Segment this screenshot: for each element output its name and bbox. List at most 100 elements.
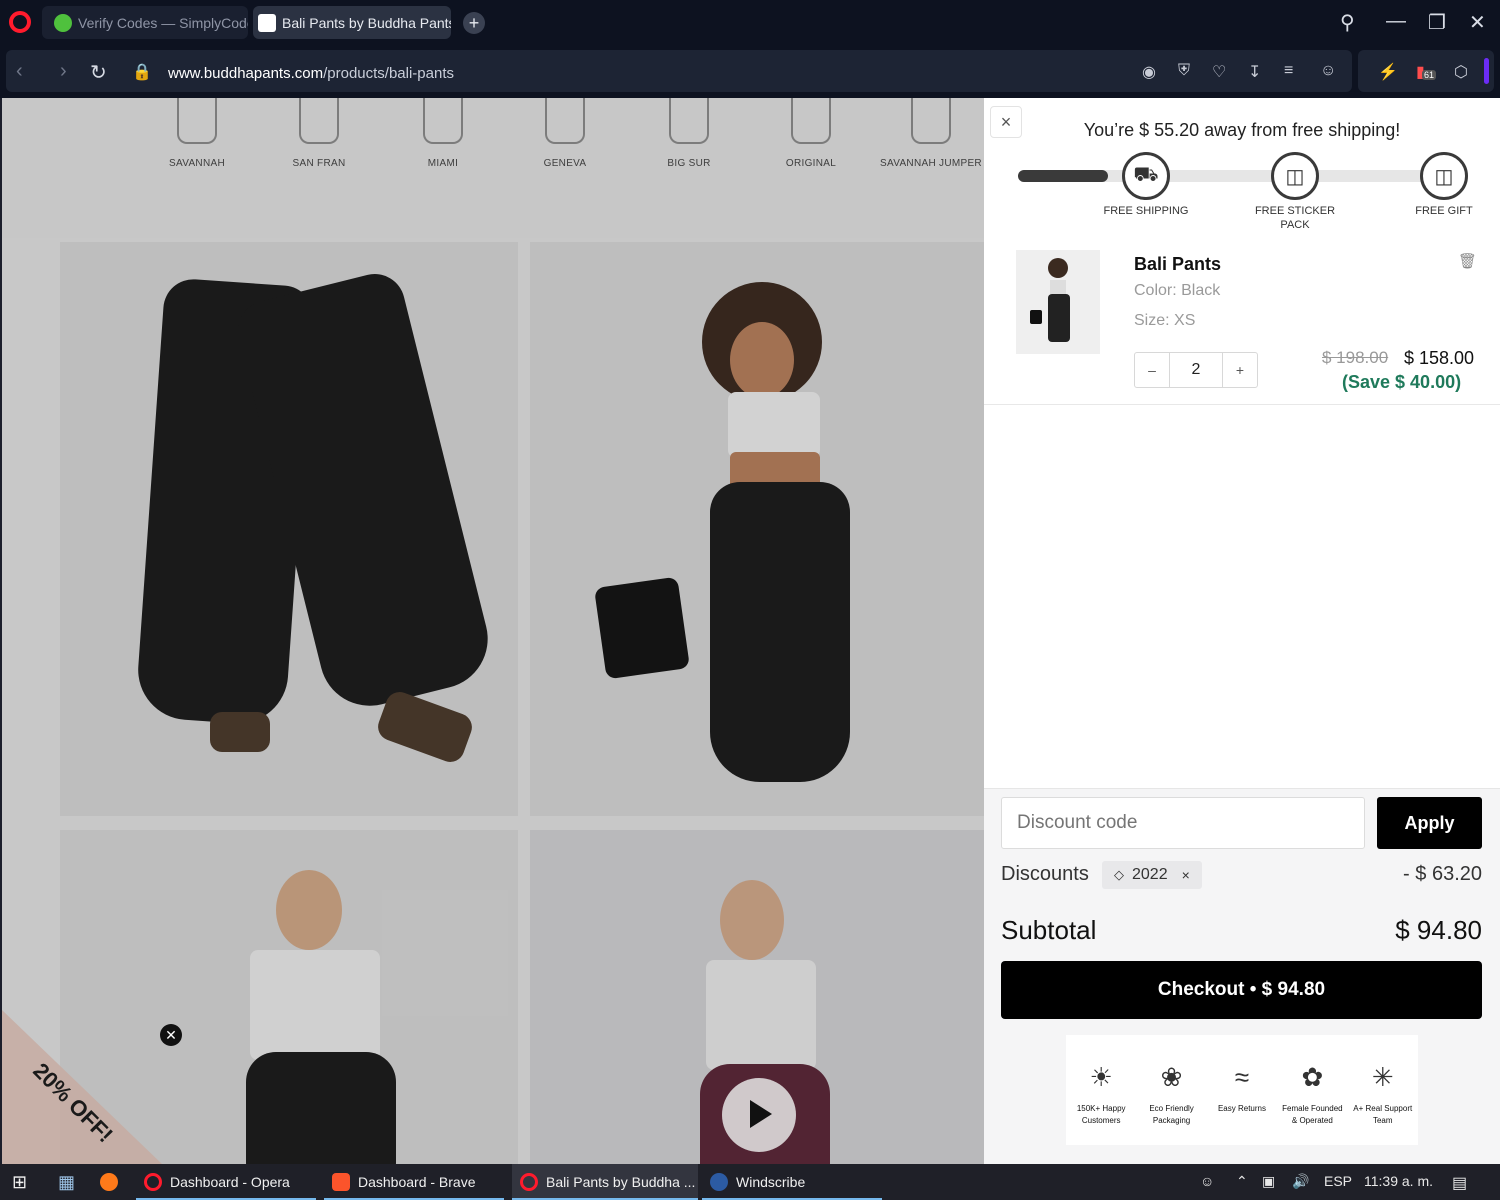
quantity-increase-button[interactable]: + [1223,353,1257,387]
gift-ticket-icon: ◫ [1420,152,1468,200]
extensions-cube-icon[interactable]: ⬡ [1454,62,1468,82]
taskbar-windscribe[interactable]: Windscribe [702,1164,882,1200]
discount-code-text: 2022 [1132,866,1168,883]
tray-chevron-icon[interactable]: ⌃ [1236,1173,1248,1190]
milestone-sticker-pack: ◫ FREE STICKER PACK [1225,152,1365,232]
promo-corner-ribbon[interactable]: 20% OFF! [2,1010,162,1164]
tab-label: Bali Pants by Buddha Pants [282,14,451,31]
taskbar-opera-dashboard[interactable]: Dashboard - Opera [136,1164,316,1200]
lock-icon: 🔒 [132,64,152,81]
tab-label: Verify Codes — SimplyCodes [78,14,248,31]
opera-icon [520,1173,538,1191]
truck-icon: ⛟ [1122,152,1170,200]
reload-icon[interactable]: ↻ [90,60,107,85]
search-icon[interactable]: ⚲ [1340,10,1355,35]
page-dim-overlay[interactable] [2,98,984,1164]
badge-eco-packaging: ❀ Eco Friendly Packaging [1139,1057,1205,1127]
badge-happy-customers: ☀ 150K+ Happy Customers [1068,1057,1134,1127]
tab-bali-pants[interactable]: Bali Pants by Buddha Pants [253,6,451,39]
firefox-icon [100,1173,118,1191]
tab-verify-codes[interactable]: Verify Codes — SimplyCodes [42,6,248,39]
discount-code-input[interactable] [1001,797,1365,849]
start-button[interactable]: ⊞ [12,1164,27,1200]
tag-icon: ◇ [1114,867,1124,882]
windows-logo-icon: ⊞ [12,1171,28,1192]
play-icon [750,1100,772,1128]
new-tab-button[interactable]: + [463,12,485,34]
people-icon[interactable]: ☺ [1200,1173,1214,1189]
cart-item-title[interactable]: Bali Pants [1134,254,1221,275]
milestone-free-gift: ◫ FREE GIFT [1374,152,1500,218]
starburst-icon: ✳ [1371,1062,1394,1092]
badge-text: 150K+ Happy Customers [1076,1104,1126,1125]
product-page: SAVANNAH SAN FRAN MIAMI GENEVA BIG SUR O… [2,98,984,1164]
discounts-label: Discounts [1001,863,1089,885]
extension-bolt-icon[interactable]: ⚡ [1378,62,1398,82]
taskbar-label: Dashboard - Opera [170,1174,290,1190]
buddhapants-favicon-icon [258,13,276,32]
price-savings: (Save $ 40.00) [1342,372,1462,392]
thumb-hair [1048,258,1068,278]
easy-setup-icon[interactable]: ≡ [1284,62,1293,80]
cart-item-size: Size: XS [1134,312,1196,329]
milestone-label: FREE GIFT [1415,205,1473,217]
milestone-label: FREE SHIPPING [1103,205,1189,217]
taskbar-label: Bali Pants by Buddha ... [546,1174,696,1190]
forward-icon[interactable]: › [60,60,67,83]
checkout-button[interactable]: Checkout • $ 94.80 [1001,961,1482,1019]
volume-icon[interactable]: 🔊 [1292,1173,1309,1190]
url-path: /products/bali-pants [323,65,454,82]
taskbar-calculator[interactable]: ▦ [58,1164,75,1200]
profile-icon[interactable]: ☺ [1320,62,1336,80]
close-window-button[interactable]: ✕ [1469,10,1486,35]
quantity-stepper: – 2 + [1134,352,1258,388]
taskbar-bali-pants[interactable]: Bali Pants by Buddha ... [512,1164,698,1200]
url-text[interactable]: www.buddhapants.com/products/bali-pants [168,65,454,82]
windows-taskbar: ⊞ ▦ Dashboard - Opera Dashboard - Brave … [0,1164,1500,1200]
heart-icon[interactable]: ♡ [1212,62,1226,82]
wave-icon: ≈ [1234,1062,1250,1092]
restore-button[interactable]: ❐ [1428,10,1446,35]
network-icon[interactable]: ▣ [1262,1173,1275,1190]
free-shipping-message: You’re $ 55.20 away from free shipping! [1083,120,1401,140]
camera-icon[interactable]: ◉ [1142,62,1156,82]
badge-text: Easy Returns [1217,1104,1266,1113]
brave-icon [332,1173,350,1191]
cart-drawer: × You’re $ 55.20 away from free shipping… [984,98,1500,1164]
cart-item-color: Color: Black [1134,282,1221,299]
taskbar-label: Dashboard - Brave [358,1174,476,1190]
calculator-icon: ▦ [58,1171,76,1192]
back-icon[interactable]: ‹ [16,60,23,83]
minimize-button[interactable]: — [1386,10,1406,33]
milestone-label: FREE STICKER PACK [1254,205,1336,231]
taskbar-label: Windscribe [736,1174,806,1190]
sunrise-icon: ☀ [1089,1062,1113,1092]
badge-female-founded: ✿ Female Founded & Operated [1279,1057,1345,1127]
notifications-icon[interactable]: ▤ [1452,1173,1467,1193]
price-current: $ 158.00 [1404,348,1475,368]
trash-icon[interactable]: 🗑 [1458,252,1477,270]
clock[interactable]: 11:39 a. m. [1364,1173,1433,1189]
thumb-bag [1030,310,1042,324]
badge-text: Eco Friendly Packaging [1149,1104,1194,1125]
quantity-decrease-button[interactable]: – [1135,353,1169,387]
address-bar[interactable]: ‹ › ↻ 🔒 www.buddhapants.com/products/bal… [6,50,1352,92]
cart-item-image[interactable] [1016,250,1100,354]
extension-badge-count: 61 [1422,70,1437,80]
download-icon[interactable]: ↧ [1248,62,1261,82]
apply-discount-button[interactable]: Apply [1377,797,1482,849]
promo-close-icon[interactable]: ✕ [160,1024,182,1046]
browser-tab-bar: Verify Codes — SimplyCodes Bali Pants by… [0,0,1500,46]
badge-text: Female Founded & Operated [1282,1104,1343,1125]
language-indicator[interactable]: ESP [1324,1173,1352,1189]
windscribe-icon [710,1173,728,1191]
shield-icon[interactable]: ⛨ [1178,62,1190,80]
taskbar-brave-dashboard[interactable]: Dashboard - Brave [324,1164,504,1200]
thumb-pants [1048,294,1070,342]
remove-discount-icon[interactable]: × [1182,867,1190,883]
opera-logo-icon[interactable] [9,11,31,33]
taskbar-firefox[interactable] [100,1164,118,1200]
quantity-value[interactable]: 2 [1169,353,1223,387]
plant-icon: ❀ [1160,1062,1183,1092]
video-play-button[interactable] [722,1078,796,1152]
